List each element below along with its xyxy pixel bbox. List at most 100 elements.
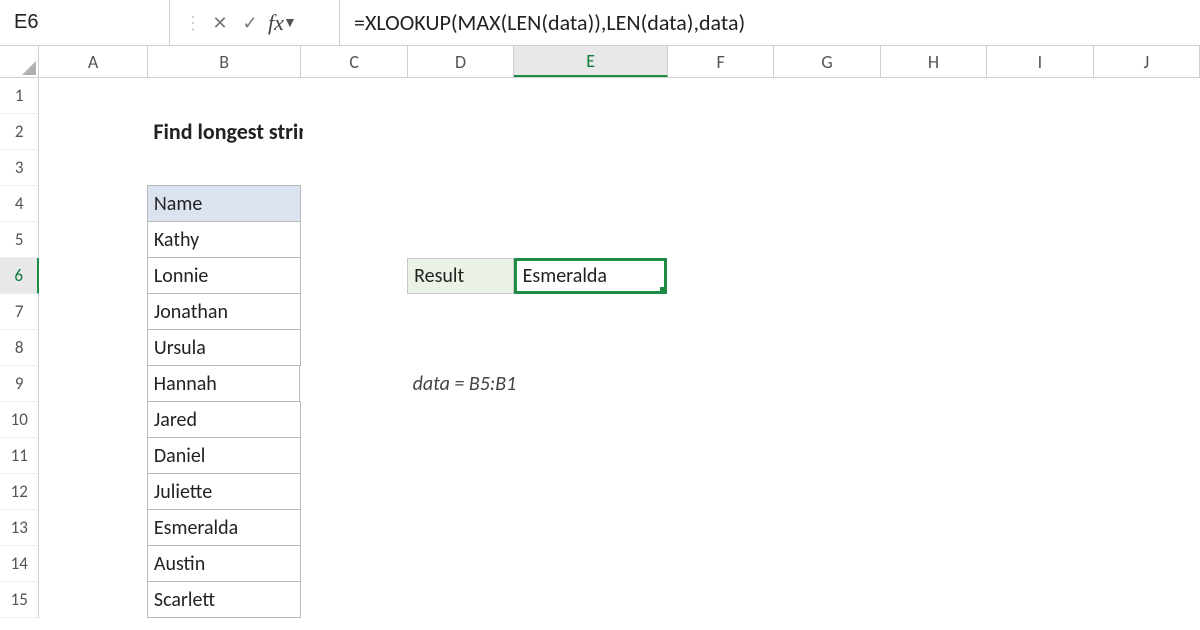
cell-E8[interactable] (514, 330, 668, 366)
row-header-9[interactable]: 9 (0, 366, 39, 402)
cell-E11[interactable] (514, 438, 668, 474)
row-header-7[interactable]: 7 (0, 294, 39, 330)
cell-B14[interactable]: Austin (147, 545, 301, 582)
cell-C6[interactable] (301, 258, 408, 294)
cell-E7[interactable] (514, 294, 668, 330)
cell-F11[interactable] (667, 438, 774, 474)
cell-F9[interactable] (668, 366, 774, 402)
cancel-icon[interactable]: ✕ (208, 12, 232, 34)
cell-E9[interactable] (515, 366, 669, 402)
cell-F10[interactable] (667, 402, 774, 438)
col-header-J[interactable]: J (1094, 46, 1200, 77)
cell-D14[interactable] (407, 546, 514, 582)
cell-C5[interactable] (301, 222, 408, 258)
cell-A4[interactable] (39, 186, 147, 222)
cell-A11[interactable] (39, 438, 147, 474)
cell-H14[interactable] (880, 546, 987, 582)
formula-input[interactable]: =XLOOKUP(MAX(LEN(data)),LEN(data),data) (340, 0, 1200, 45)
cell-J1[interactable] (1094, 78, 1200, 114)
cell-H15[interactable] (880, 582, 987, 618)
cell-F6[interactable] (667, 258, 774, 294)
col-header-D[interactable]: D (408, 46, 514, 77)
cell-F4[interactable] (667, 186, 774, 222)
cell-A9[interactable] (39, 366, 147, 402)
cell-F2[interactable] (669, 114, 775, 150)
row-header-6[interactable]: 6 (0, 258, 39, 294)
col-header-B[interactable]: B (148, 46, 302, 77)
cell-G8[interactable] (774, 330, 881, 366)
cell-B12[interactable]: Juliette (147, 473, 301, 510)
row-header-3[interactable]: 3 (0, 150, 39, 186)
cell-H6[interactable] (880, 258, 987, 294)
cell-H9[interactable] (881, 366, 987, 402)
cell-I15[interactable] (987, 582, 1094, 618)
cell-E15[interactable] (514, 582, 668, 618)
cell-J8[interactable] (1094, 330, 1200, 366)
cell-F13[interactable] (667, 510, 774, 546)
cell-B9[interactable]: Hannah (147, 365, 301, 402)
cell-I14[interactable] (987, 546, 1094, 582)
cell-C14[interactable] (301, 546, 408, 582)
cell-D4[interactable] (407, 186, 514, 222)
cell-E13[interactable] (514, 510, 668, 546)
cell-F12[interactable] (667, 474, 774, 510)
col-header-G[interactable]: G (774, 46, 880, 77)
cell-A6[interactable] (39, 258, 147, 294)
cell-D10[interactable] (407, 402, 514, 438)
cell-F5[interactable] (667, 222, 774, 258)
cell-I12[interactable] (987, 474, 1094, 510)
cell-H4[interactable] (880, 186, 987, 222)
cell-A15[interactable] (39, 582, 147, 618)
cell-B1[interactable] (148, 78, 302, 114)
cell-G15[interactable] (774, 582, 881, 618)
row-header-12[interactable]: 12 (0, 474, 39, 510)
col-header-I[interactable]: I (987, 46, 1093, 77)
cell-D3[interactable] (408, 150, 514, 186)
cell-D15[interactable] (407, 582, 514, 618)
cell-B8[interactable]: Ursula (147, 329, 301, 366)
cell-I10[interactable] (987, 402, 1094, 438)
cell-J10[interactable] (1094, 402, 1200, 438)
col-header-A[interactable]: A (39, 46, 147, 77)
cell-I8[interactable] (987, 330, 1094, 366)
cell-I9[interactable] (987, 366, 1093, 402)
cell-E1[interactable] (514, 78, 668, 114)
cell-I4[interactable] (987, 186, 1094, 222)
cell-G12[interactable] (774, 474, 881, 510)
cell-D6[interactable]: Result (407, 258, 514, 294)
row-header-8[interactable]: 8 (0, 330, 39, 366)
col-header-H[interactable]: H (881, 46, 987, 77)
cell-A7[interactable] (39, 294, 147, 330)
cell-B15[interactable]: Scarlett (147, 581, 301, 618)
cell-F14[interactable] (667, 546, 774, 582)
cell-J6[interactable] (1093, 258, 1200, 294)
cell-I7[interactable] (987, 294, 1094, 330)
cell-C13[interactable] (301, 510, 408, 546)
cell-J5[interactable] (1094, 222, 1200, 258)
cell-C4[interactable] (301, 186, 408, 222)
cell-E5[interactable] (514, 222, 668, 258)
cell-E10[interactable] (514, 402, 668, 438)
cell-C10[interactable] (301, 402, 408, 438)
cell-D12[interactable] (407, 474, 514, 510)
cell-A12[interactable] (39, 474, 147, 510)
cell-F3[interactable] (668, 150, 774, 186)
cell-A13[interactable] (39, 510, 147, 546)
cell-C1[interactable] (301, 78, 407, 114)
col-header-C[interactable]: C (301, 46, 407, 77)
cell-B4[interactable]: Name (147, 185, 301, 222)
cell-J2[interactable] (1094, 114, 1200, 150)
cell-J4[interactable] (1094, 186, 1200, 222)
cell-I1[interactable] (987, 78, 1093, 114)
cell-J3[interactable] (1094, 150, 1200, 186)
cell-E12[interactable] (514, 474, 668, 510)
cell-H11[interactable] (880, 438, 987, 474)
cell-A5[interactable] (39, 222, 147, 258)
cell-C15[interactable] (301, 582, 408, 618)
cell-J13[interactable] (1094, 510, 1200, 546)
cell-D2[interactable] (410, 114, 516, 150)
cell-H12[interactable] (880, 474, 987, 510)
cell-G4[interactable] (774, 186, 881, 222)
cell-G11[interactable] (774, 438, 881, 474)
cell-H8[interactable] (880, 330, 987, 366)
